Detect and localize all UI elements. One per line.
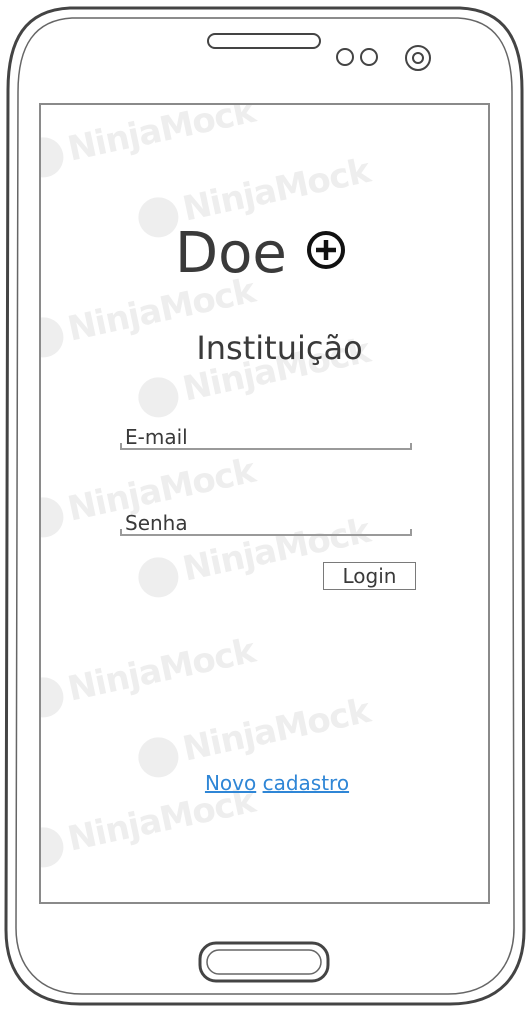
login-button[interactable]: Login [323, 562, 416, 590]
password-field [120, 512, 412, 536]
page-subtitle: Instituição [196, 329, 363, 367]
speaker-icon [207, 33, 321, 49]
cadastro-link[interactable]: cadastro [263, 771, 349, 795]
email-field [120, 426, 412, 450]
home-button-icon [198, 941, 330, 983]
circle-plus-icon [307, 231, 345, 269]
email-input[interactable] [125, 426, 395, 448]
app-title: Doe [175, 221, 287, 286]
login-page: Doe Instituição Login Novo cadastro [41, 105, 488, 902]
novo-link[interactable]: Novo [205, 771, 256, 795]
screen: NinjaMock NinjaMock NinjaMock NinjaMock … [39, 103, 490, 904]
sensor-icon [336, 48, 354, 66]
password-input[interactable] [125, 512, 395, 534]
signup-links: Novo cadastro [41, 771, 488, 795]
sensor-icon-2 [360, 48, 378, 66]
camera-icon [405, 45, 431, 71]
